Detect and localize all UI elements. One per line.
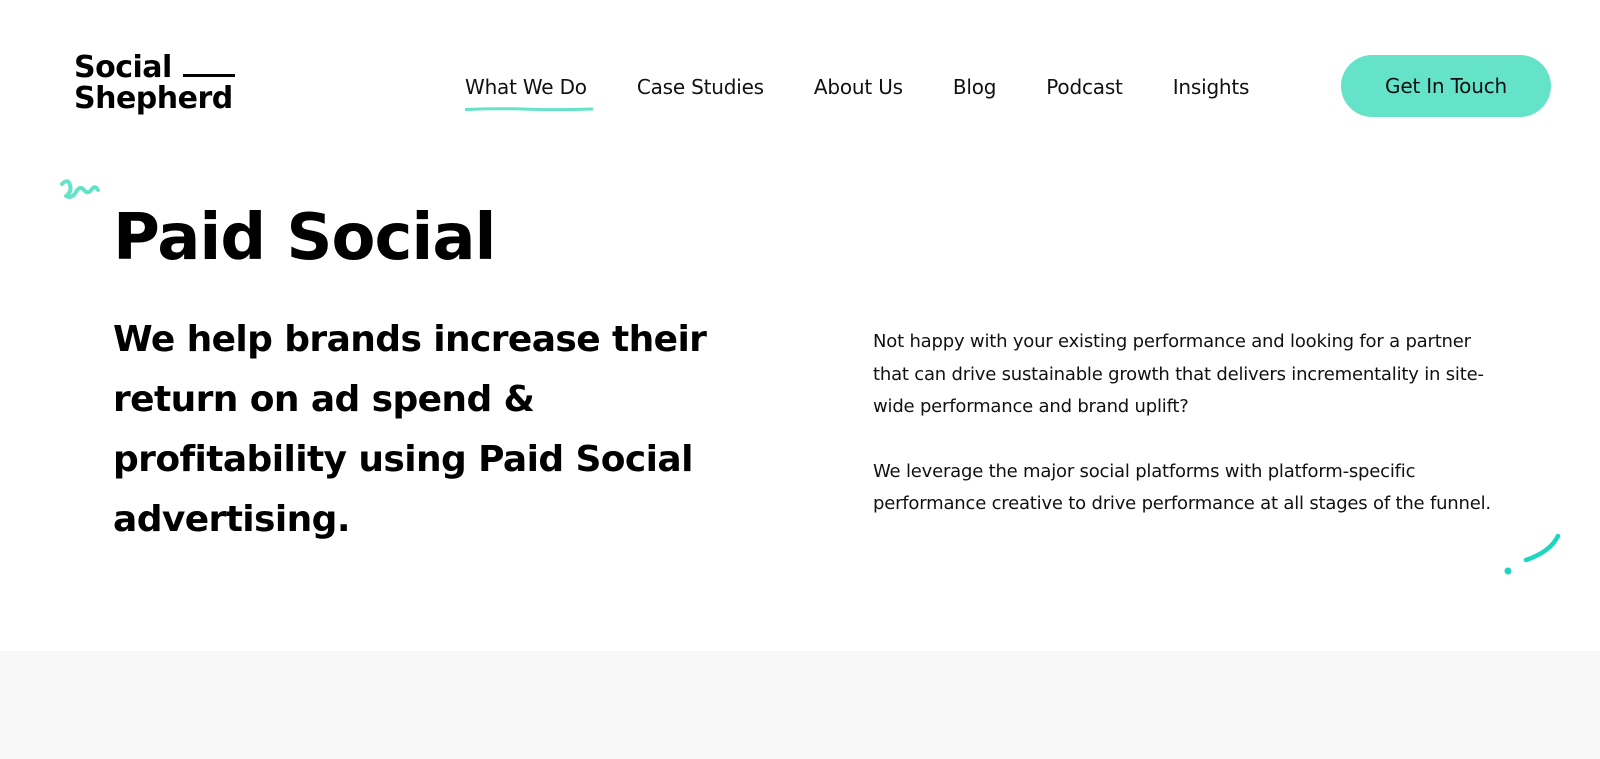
main-nav: What We Do Case Studies About Us Blog Po… — [465, 72, 1250, 111]
active-underline-icon — [465, 107, 593, 111]
hero-paragraph-1: Not happy with your existing performance… — [873, 331, 1484, 417]
get-in-touch-button[interactable]: Get In Touch — [1341, 55, 1551, 117]
logo-line-2: Shepherd — [74, 81, 233, 116]
hero-paragraph-2: We leverage the major social platforms w… — [873, 460, 1491, 515]
get-in-touch-label: Get In Touch — [1385, 74, 1507, 98]
nav-item-label: Case Studies — [636, 75, 764, 99]
nav-item-podcast[interactable]: Podcast — [1046, 75, 1123, 99]
logo-dash — [183, 74, 235, 77]
site-header: Social Shepherd What We Do Case Studies … — [0, 0, 1600, 160]
nav-item-label: Insights — [1172, 75, 1250, 99]
nav-item-what-we-do[interactable]: What We Do — [465, 75, 593, 111]
page-title: Paid Social — [113, 201, 496, 275]
hero-description: Not happy with your existing performance… — [873, 326, 1498, 553]
nav-item-blog[interactable]: Blog — [952, 75, 997, 99]
logo-line-1: Social — [74, 50, 172, 85]
squiggle-icon — [60, 179, 100, 199]
page: Social Shepherd What We Do Case Studies … — [0, 0, 1600, 759]
nav-item-label: Podcast — [1046, 75, 1123, 99]
logo[interactable]: Social Shepherd — [74, 52, 244, 118]
nav-item-label: About Us — [813, 75, 903, 99]
nav-item-label: Blog — [952, 75, 997, 99]
swoosh-icon — [1504, 533, 1561, 575]
hero-subtitle: We help brands increase their return on … — [113, 319, 707, 540]
nav-item-label: What We Do — [465, 75, 587, 99]
nav-item-insights[interactable]: Insights — [1173, 75, 1250, 99]
next-section-band — [0, 651, 1600, 759]
nav-item-about-us[interactable]: About Us — [814, 75, 903, 99]
nav-item-case-studies[interactable]: Case Studies — [637, 75, 764, 99]
